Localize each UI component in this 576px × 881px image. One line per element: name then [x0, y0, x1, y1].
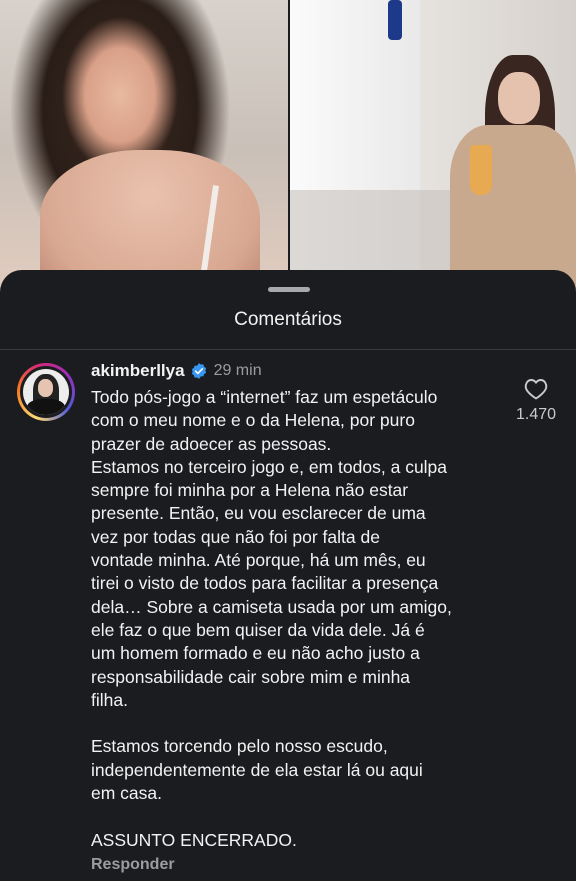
background-photo-left	[0, 0, 288, 300]
reply-button[interactable]: Responder	[91, 856, 175, 874]
heart-outline-icon[interactable]	[524, 378, 548, 400]
comment-time: 29 min	[213, 362, 262, 379]
avatar[interactable]	[17, 363, 75, 421]
background-photos	[0, 0, 576, 300]
background-photo-right	[290, 0, 576, 300]
username[interactable]: akimberllya	[91, 361, 185, 381]
verified-badge-icon	[190, 362, 208, 380]
comments-sheet: Comentários akimberllya 29 min Todo pós-…	[0, 270, 576, 881]
drag-handle[interactable]	[268, 287, 310, 292]
like-count: 1.470	[515, 406, 557, 423]
comment-header: akimberllya 29 min	[91, 360, 262, 382]
sheet-title: Comentários	[234, 309, 342, 330]
divider	[0, 349, 576, 350]
comment-text: Todo pós-jogo a “internet” faz um espetá…	[91, 387, 452, 850]
